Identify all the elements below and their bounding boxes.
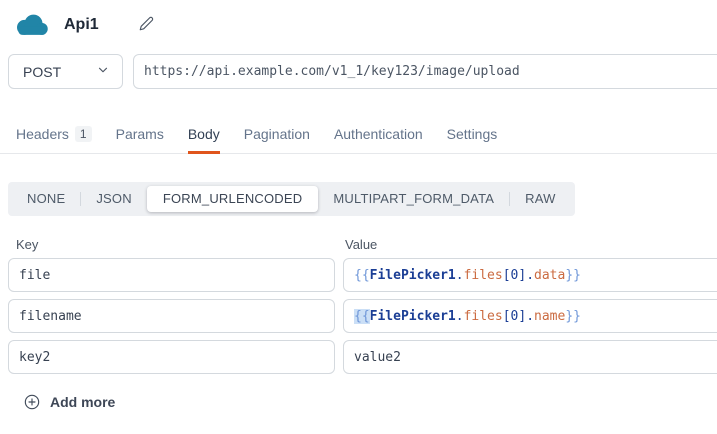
key-column-header: Key: [16, 237, 345, 252]
edit-name-button[interactable]: [139, 16, 154, 34]
chevron-down-icon: [96, 63, 110, 80]
code-segment: data: [534, 268, 565, 283]
request-tabs: Headers 1 Params Body Pagination Authent…: [0, 122, 717, 154]
kv-column-headers: Key Value: [16, 237, 717, 252]
add-more-label: Add more: [50, 394, 115, 410]
tab-headers[interactable]: Headers 1: [16, 122, 92, 154]
value-input[interactable]: {{FilePicker1.files[0].data}}: [343, 258, 717, 292]
tab-pagination[interactable]: Pagination: [244, 122, 310, 154]
method-dropdown[interactable]: POST: [8, 54, 123, 89]
body-type-none[interactable]: NONE: [12, 186, 80, 212]
value-input[interactable]: {{FilePicker1.files[0].name}}: [343, 299, 717, 333]
code-segment: FilePicker1: [370, 309, 456, 324]
value-column-header: Value: [345, 237, 377, 252]
tab-label: Authentication: [334, 126, 423, 142]
code-segment: files: [464, 309, 503, 324]
code-segment: {{: [354, 309, 370, 324]
code-segment: [0]: [503, 268, 526, 283]
code-segment: .: [526, 268, 534, 283]
plus-circle-icon: [24, 394, 40, 410]
tab-label: Pagination: [244, 126, 310, 142]
request-row: POST: [8, 54, 717, 89]
table-row: value2: [8, 340, 717, 374]
key-input[interactable]: [8, 258, 335, 292]
code-segment: .: [526, 309, 534, 324]
code-segment: {{: [354, 268, 370, 283]
code-segment: name: [534, 309, 565, 324]
body-type-selector: NONE JSON FORM_URLENCODED MULTIPART_FORM…: [8, 182, 575, 216]
body-type-multipart-form-data[interactable]: MULTIPART_FORM_DATA: [318, 186, 509, 212]
value-input[interactable]: value2: [343, 340, 717, 374]
tab-params[interactable]: Params: [116, 122, 164, 154]
body-type-form-urlencoded[interactable]: FORM_URLENCODED: [147, 186, 319, 212]
code-segment: .: [456, 309, 464, 324]
app-header: Api1: [0, 0, 717, 40]
method-value: POST: [23, 64, 61, 80]
code-segment: .: [456, 268, 464, 283]
kv-rows: {{FilePicker1.files[0].data}} {{FilePick…: [8, 258, 717, 374]
code-segment: FilePicker1: [370, 268, 456, 283]
code-segment: [0]: [503, 309, 526, 324]
add-more-button[interactable]: Add more: [24, 394, 115, 410]
code-segment: files: [464, 268, 503, 283]
code-segment: }}: [565, 309, 581, 324]
tab-label: Headers: [16, 126, 69, 142]
tab-label: Settings: [447, 126, 498, 142]
key-input[interactable]: [8, 299, 335, 333]
body-type-json[interactable]: JSON: [81, 186, 146, 212]
tab-body[interactable]: Body: [188, 122, 220, 154]
api-name-title: Api1: [64, 16, 99, 34]
tab-label: Params: [116, 126, 164, 142]
tab-label: Body: [188, 126, 220, 142]
table-row: {{FilePicker1.files[0].name}}: [8, 299, 717, 333]
headers-count-badge: 1: [75, 126, 92, 142]
pencil-icon: [139, 16, 154, 34]
code-segment: value2: [354, 350, 401, 365]
code-segment: }}: [565, 268, 581, 283]
tab-settings[interactable]: Settings: [447, 122, 498, 154]
key-input[interactable]: [8, 340, 335, 374]
tab-authentication[interactable]: Authentication: [334, 122, 423, 154]
url-input[interactable]: [133, 54, 717, 89]
cloud-logo-icon: [14, 13, 50, 38]
table-row: {{FilePicker1.files[0].data}}: [8, 258, 717, 292]
body-type-raw[interactable]: RAW: [510, 186, 570, 212]
